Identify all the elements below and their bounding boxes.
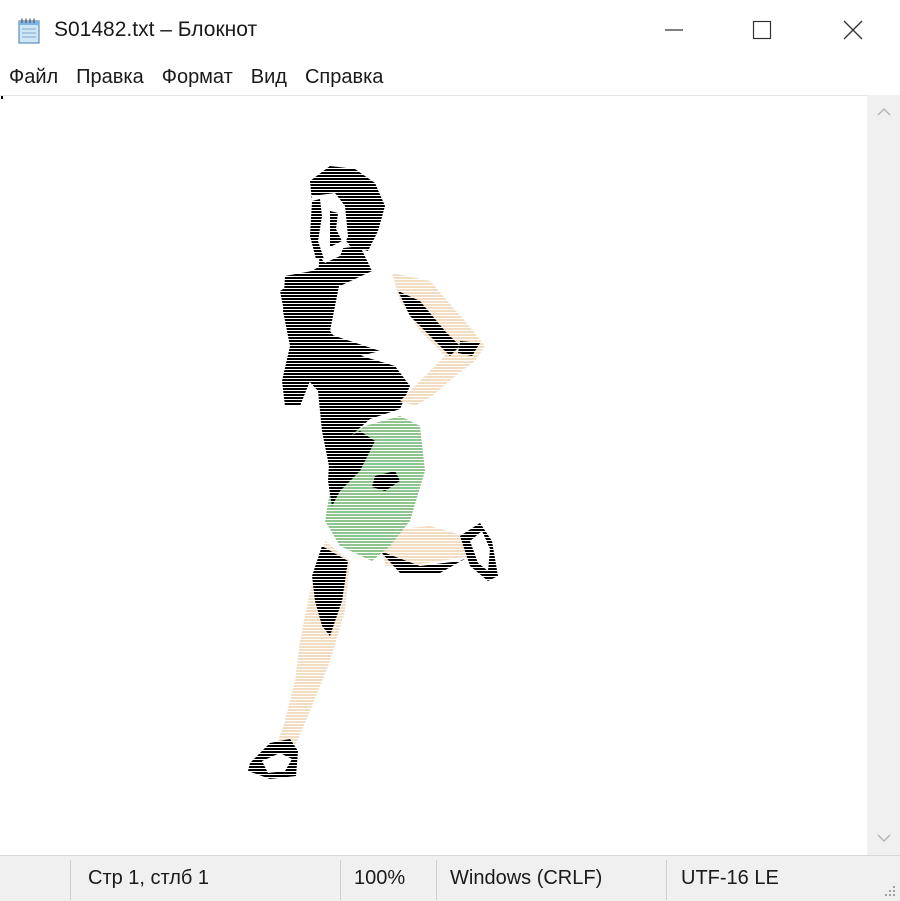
text-caret xyxy=(1,96,3,99)
status-separator xyxy=(666,860,667,900)
status-separator xyxy=(70,860,71,900)
status-separator xyxy=(340,860,341,900)
vertical-scrollbar[interactable] xyxy=(867,95,900,855)
notepad-icon xyxy=(18,18,40,44)
minimize-button[interactable] xyxy=(630,0,718,60)
chevron-up-icon xyxy=(876,107,891,116)
minimize-icon xyxy=(665,29,683,31)
menu-bar: Файл Правка Формат Вид Справка xyxy=(0,60,900,94)
notepad-window: S01482.txt – Блокнот Файл Правка Формат … xyxy=(0,0,900,901)
close-button[interactable] xyxy=(806,0,900,60)
resize-grip-icon[interactable] xyxy=(881,882,897,898)
maximize-button[interactable] xyxy=(718,0,806,60)
text-editor[interactable] xyxy=(0,95,867,856)
menu-file[interactable]: Файл xyxy=(0,60,67,94)
menu-view[interactable]: Вид xyxy=(242,60,296,94)
maximize-icon xyxy=(752,20,772,40)
status-bar: Стр 1, стлб 1 100% Windows (CRLF) UTF-16… xyxy=(0,855,900,901)
scroll-up-button[interactable] xyxy=(867,95,900,129)
line-ending: Windows (CRLF) xyxy=(450,867,603,889)
menu-edit[interactable]: Правка xyxy=(67,60,153,94)
chevron-down-icon xyxy=(876,834,891,843)
running-man-ascii-art xyxy=(248,166,498,779)
title-bar[interactable]: S01482.txt – Блокнот xyxy=(0,0,900,60)
status-separator xyxy=(436,860,437,900)
close-icon xyxy=(843,20,863,40)
encoding: UTF-16 LE xyxy=(681,867,779,889)
zoom-level: 100% xyxy=(354,867,406,889)
menu-help[interactable]: Справка xyxy=(296,60,392,94)
cursor-position: Стр 1, стлб 1 xyxy=(88,867,210,889)
menu-format[interactable]: Формат xyxy=(153,60,242,94)
window-title: S01482.txt – Блокнот xyxy=(54,18,258,41)
scroll-down-button[interactable] xyxy=(867,821,900,855)
